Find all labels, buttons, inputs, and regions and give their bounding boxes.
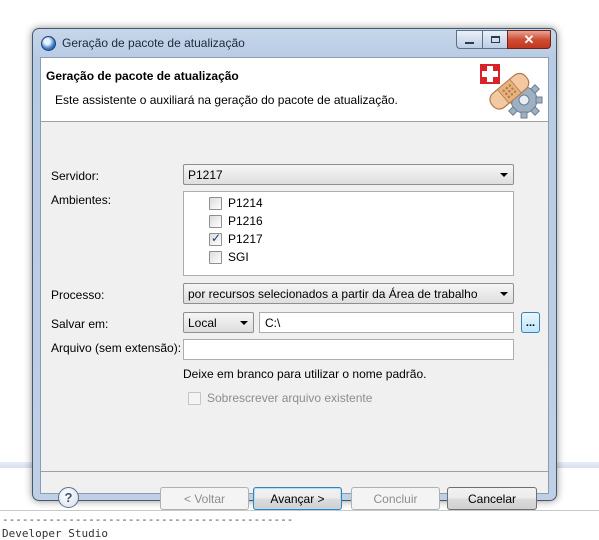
window-controls: ✕ (456, 30, 551, 49)
browse-button[interactable]: ... (521, 312, 540, 333)
cancel-label: Cancelar (467, 491, 517, 506)
wizard-description: Este assistente o auxiliará na geração d… (55, 93, 398, 107)
close-button[interactable]: ✕ (507, 30, 551, 49)
servidor-value: P1217 (188, 167, 223, 182)
chevron-down-icon (500, 292, 508, 296)
maximize-icon (490, 36, 500, 43)
list-item[interactable]: SGI (209, 250, 249, 264)
processo-value: por recursos selecionados a partir da Ár… (188, 286, 478, 301)
finish-label: Concluir (373, 491, 418, 506)
back-label: < Voltar (183, 491, 226, 506)
servidor-label: Servidor: (51, 169, 100, 183)
ambiente-checkbox-checked[interactable] (209, 231, 222, 246)
browse-label: ... (525, 316, 536, 329)
background-divider (0, 510, 599, 511)
wizard-header: Geração de pacote de atualização Este as… (41, 58, 548, 122)
help-icon: ? (64, 490, 73, 505)
cancel-button[interactable]: Cancelar (447, 487, 537, 510)
ambiente-label: SGI (228, 250, 249, 264)
arquivo-label: Arquivo (sem extensão): (51, 341, 182, 355)
dialog-content: Geração de pacote de atualização Este as… (40, 57, 549, 510)
ambiente-label: P1217 (228, 232, 263, 246)
minimize-button[interactable] (456, 30, 482, 49)
console-text: Developer Studio (2, 527, 108, 540)
ambiente-checkbox[interactable] (209, 250, 222, 264)
processo-select[interactable]: por recursos selecionados a partir da Ár… (183, 283, 514, 304)
minimize-icon (465, 41, 474, 44)
app-icon (41, 36, 56, 51)
ambiente-checkbox[interactable] (209, 196, 222, 210)
list-item[interactable]: P1214 (209, 196, 263, 210)
servidor-select[interactable]: P1217 (183, 164, 514, 185)
console-separator: ----------------------------------------… (2, 513, 294, 526)
update-package-dialog: Geração de pacote de atualização ✕ Geraç… (32, 28, 557, 510)
ambientes-list[interactable]: P1214 P1216 P1217 SGI (183, 191, 514, 276)
help-button[interactable]: ? (58, 487, 79, 508)
list-item[interactable]: P1216 (209, 214, 263, 228)
maximize-button[interactable] (482, 30, 507, 49)
chevron-down-icon (500, 173, 508, 177)
salvar-location-select[interactable]: Local (183, 312, 254, 333)
arquivo-input[interactable] (183, 339, 514, 360)
ambiente-checkbox[interactable] (209, 214, 222, 228)
salvar-path-input[interactable]: C:\ (259, 312, 514, 333)
overwrite-option: Sobrescrever arquivo existente (188, 391, 372, 405)
finish-button[interactable]: Concluir (351, 487, 440, 510)
list-item[interactable]: P1217 (209, 231, 263, 246)
overwrite-checkbox[interactable] (188, 391, 201, 405)
chevron-down-icon (240, 321, 248, 325)
wizard-title: Geração de pacote de atualização (46, 69, 239, 83)
footer-divider (41, 471, 548, 472)
arquivo-hint: Deixe em branco para utilizar o nome pad… (183, 367, 427, 381)
back-button[interactable]: < Voltar (160, 487, 249, 510)
close-icon: ✕ (523, 31, 535, 47)
processo-label: Processo: (51, 288, 105, 302)
ambiente-label: P1216 (228, 214, 263, 228)
title-bar[interactable]: Geração de pacote de atualização ✕ (33, 29, 556, 57)
ambiente-label: P1214 (228, 196, 263, 210)
window-title: Geração de pacote de atualização (62, 36, 245, 50)
overwrite-label: Sobrescrever arquivo existente (207, 391, 373, 405)
next-label: Avançar > (270, 491, 325, 506)
patch-gear-icon (480, 64, 543, 119)
next-button[interactable]: Avançar > (253, 487, 342, 510)
salvar-location-value: Local (188, 315, 217, 330)
ambientes-label: Ambientes: (51, 193, 112, 207)
salvar-label: Salvar em: (51, 317, 109, 331)
salvar-path-value: C:\ (265, 315, 281, 330)
